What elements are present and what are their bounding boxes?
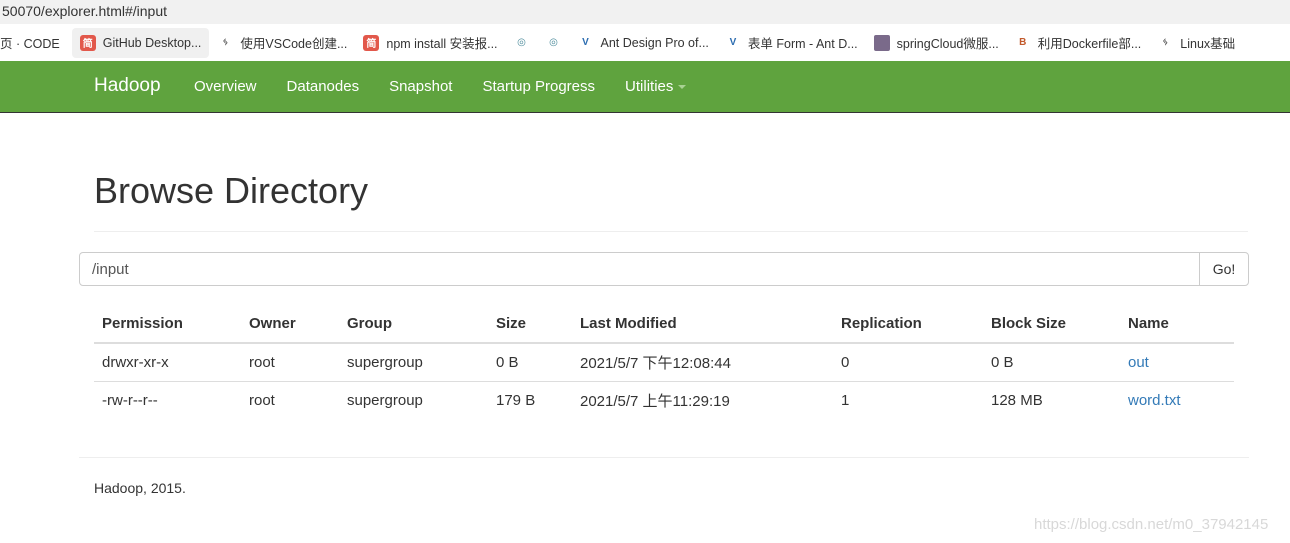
bookmark-label: GitHub Desktop... xyxy=(102,35,202,50)
header-divider xyxy=(94,231,1248,232)
col-header-owner[interactable]: Owner xyxy=(241,305,339,344)
bookmark-label: npm install 安装报... xyxy=(386,37,498,51)
col-header-permission[interactable]: Permission xyxy=(94,305,241,344)
photo-icon xyxy=(873,34,890,51)
nav-startup-progress[interactable]: Startup Progress xyxy=(467,61,610,113)
col-header-replication[interactable]: Replication xyxy=(833,305,983,344)
swirl-icon: ◎ xyxy=(517,37,526,48)
bookmark-label: Ant Design Pro of... xyxy=(600,35,709,50)
caret-down-icon xyxy=(678,85,687,90)
cell-block-size: 0 B xyxy=(983,343,1120,382)
directory-path-input[interactable] xyxy=(79,252,1200,286)
nav-links: Overview Datanodes Snapshot Startup Prog… xyxy=(179,61,701,113)
bookmark-swirl-2[interactable]: ◎ xyxy=(538,28,570,58)
table-header-row: Permission Owner Group Size Last Modifie… xyxy=(94,305,1234,344)
bookmark-vscode[interactable]: ᛃ 使用VSCode创建... xyxy=(209,28,355,58)
jian-icon: 简 xyxy=(79,34,96,51)
bookmark-ant-form[interactable]: V 表单 Form - Ant D... xyxy=(717,28,866,58)
nav-snapshot[interactable]: Snapshot xyxy=(374,61,467,113)
bookmark-label: Linux基础 xyxy=(1180,37,1236,51)
bookmark-linux[interactable]: ᛃ Linux基础 xyxy=(1149,28,1243,58)
bookmark-code[interactable]: 页 · CODE xyxy=(0,28,68,58)
v-icon: V xyxy=(582,37,589,48)
col-header-last-modified[interactable]: Last Modified xyxy=(572,305,833,344)
cell-group: supergroup xyxy=(347,392,423,409)
cell-size: 0 B xyxy=(488,343,572,382)
jian-icon: 简 xyxy=(363,34,380,51)
page-title: Browse Directory xyxy=(94,170,369,211)
nav-overview[interactable]: Overview xyxy=(179,61,272,113)
cell-last-modified: 2021/5/7 下午12:08:44 xyxy=(572,343,833,382)
nav-utilities-label: Utilities xyxy=(625,78,674,95)
top-navbar: Hadoop Overview Datanodes Snapshot Start… xyxy=(0,61,1290,113)
col-header-name[interactable]: Name xyxy=(1120,305,1234,344)
bookmark-label: 表单 Form - Ant D... xyxy=(747,37,858,51)
bookmark-swirl-1[interactable]: ◎ xyxy=(506,28,538,58)
cell-group: supergroup xyxy=(339,343,488,382)
cell-permission: drwxr-xr-x xyxy=(94,343,241,382)
col-header-block-size[interactable]: Block Size xyxy=(983,305,1120,344)
cell-last-modified: 2021/5/7 上午11:29:19 xyxy=(580,393,730,410)
cell-owner: root xyxy=(241,343,339,382)
swirl-icon: ◎ xyxy=(549,37,558,48)
bookmark-github-desktop[interactable]: 简 GitHub Desktop... xyxy=(71,27,210,58)
footer-text: Hadoop, 2015. xyxy=(94,480,186,496)
cell-name: out xyxy=(1120,343,1234,382)
cell-replication: 0 xyxy=(833,343,983,382)
nav-utilities-dropdown[interactable]: Utilities xyxy=(610,61,701,113)
footer-divider xyxy=(79,457,1249,458)
nav-datanodes[interactable]: Datanodes xyxy=(272,61,375,113)
bookmarks-bar: 页 · CODE 简 GitHub Desktop... ᛃ 使用VSCode创… xyxy=(0,24,1290,61)
col-header-group[interactable]: Group xyxy=(339,305,488,344)
go-button[interactable]: Go! xyxy=(1199,252,1249,286)
table-row: drwxr-xr-x root supergroup 0 B 2021/5/7 … xyxy=(94,343,1234,382)
file-table: Permission Owner Group Size Last Modifie… xyxy=(94,305,1234,419)
v-icon: V xyxy=(729,37,737,48)
file-link-out[interactable]: out xyxy=(1128,354,1149,371)
bookmark-label: springCloud微服... xyxy=(896,37,999,51)
curl-icon: ᛃ xyxy=(1162,37,1169,48)
bookmark-label: 页 · CODE xyxy=(0,37,60,51)
bookmark-label: 利用Dockerfile部... xyxy=(1037,37,1142,51)
col-header-size[interactable]: Size xyxy=(488,305,572,344)
cell-permission: -rw-r--r-- xyxy=(102,392,158,409)
curl-icon: ᛃ xyxy=(222,37,229,48)
table-row: -rw-r--r-- root supergroup 179 B 2021/5/… xyxy=(94,382,1234,420)
bookmark-dockerfile[interactable]: B 利用Dockerfile部... xyxy=(1007,28,1150,58)
cell-name: word.txt xyxy=(1120,382,1234,420)
cell-size: 179 B xyxy=(496,392,536,409)
address-bar[interactable]: 50070/explorer.html#/input xyxy=(0,0,1290,24)
file-link-word-txt[interactable]: word.txt xyxy=(1128,392,1181,409)
bookmark-springcloud[interactable]: springCloud微服... xyxy=(866,28,1007,58)
cell-owner: root xyxy=(249,392,275,409)
cell-replication: 1 xyxy=(841,392,850,409)
cell-block-size: 128 MB xyxy=(991,392,1043,409)
watermark: https://blog.csdn.net/m0_37942145 xyxy=(1034,516,1269,533)
bookmark-npm-install[interactable]: 简 npm install 安装报... xyxy=(355,28,505,58)
bookmark-ant-design-pro[interactable]: V Ant Design Pro of... xyxy=(570,28,717,58)
bookmark-label: 使用VSCode创建... xyxy=(240,37,348,51)
b-icon: B xyxy=(1019,37,1027,48)
navbar-brand[interactable]: Hadoop xyxy=(94,75,161,97)
